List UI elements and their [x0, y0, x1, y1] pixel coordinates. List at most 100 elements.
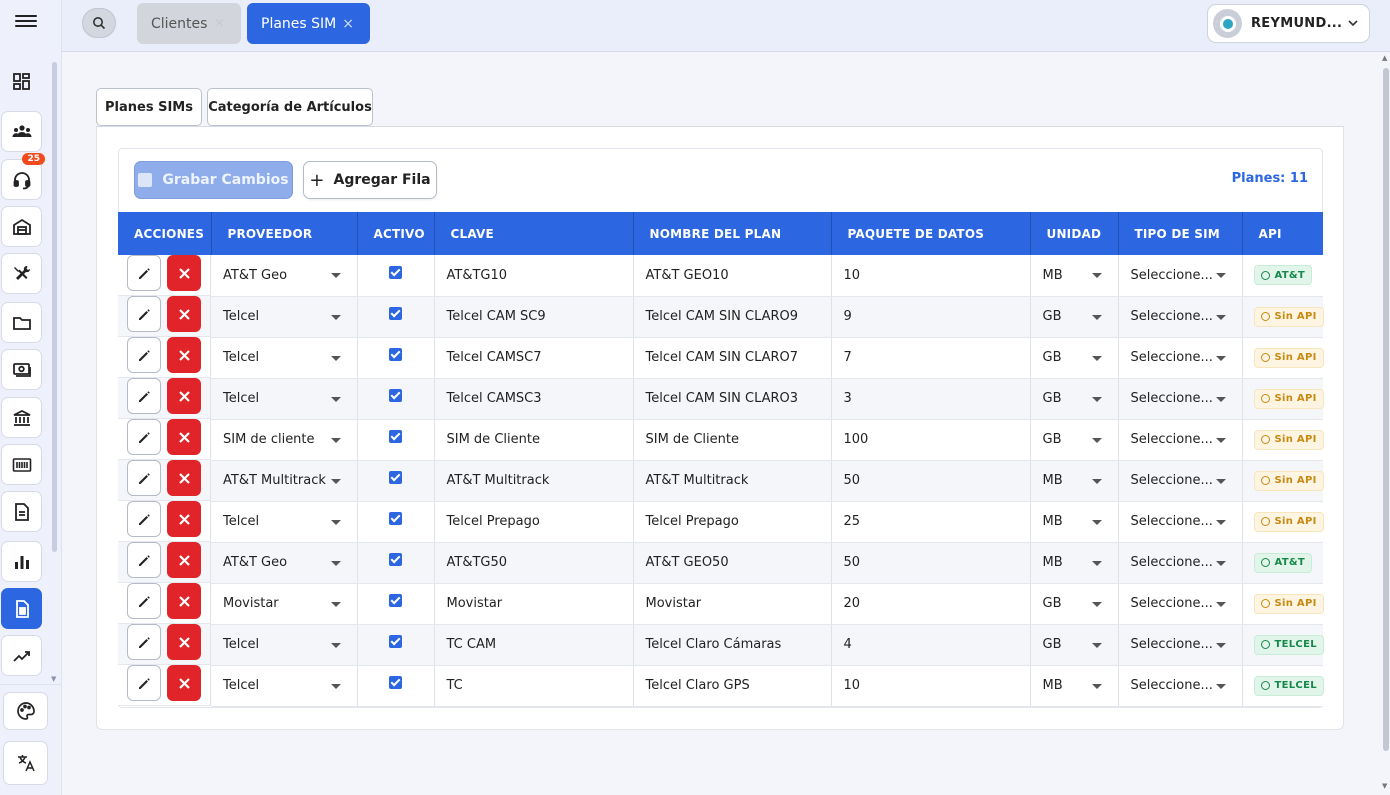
- delete-button[interactable]: [167, 501, 201, 537]
- sim-type-select[interactable]: Seleccione...: [1118, 296, 1243, 338]
- edit-button[interactable]: [127, 255, 161, 291]
- plan-name-field[interactable]: Telcel CAM SIN CLARO7: [633, 337, 832, 379]
- unit-select[interactable]: MB: [1030, 501, 1119, 543]
- provider-select[interactable]: Telcel: [211, 337, 358, 379]
- clave-field[interactable]: Telcel CAMSC7: [434, 337, 634, 379]
- active-checkbox[interactable]: [389, 512, 402, 525]
- provider-select[interactable]: AT&T Geo: [211, 255, 358, 297]
- provider-select[interactable]: Telcel: [211, 501, 358, 543]
- data-package-field[interactable]: 9: [831, 296, 1031, 338]
- data-package-field[interactable]: 50: [831, 542, 1031, 584]
- delete-button[interactable]: [167, 419, 201, 455]
- subtab-categoria-articulos[interactable]: Categoría de Artículos: [207, 88, 373, 126]
- column-header[interactable]: UNIDAD: [1030, 212, 1119, 255]
- sim-type-select[interactable]: Seleccione...: [1118, 665, 1243, 707]
- column-header[interactable]: TIPO DE SIM: [1118, 212, 1243, 255]
- clave-field[interactable]: SIM de Cliente: [434, 419, 634, 461]
- sim-type-select[interactable]: Seleccione...: [1118, 583, 1243, 625]
- clave-field[interactable]: AT&TG10: [434, 255, 634, 297]
- data-package-field[interactable]: 7: [831, 337, 1031, 379]
- active-checkbox[interactable]: [389, 594, 402, 607]
- sim-type-select[interactable]: Seleccione...: [1118, 501, 1243, 543]
- edit-button[interactable]: [127, 665, 161, 701]
- unit-select[interactable]: GB: [1030, 378, 1119, 420]
- column-header[interactable]: PAQUETE DE DATOS: [831, 212, 1031, 255]
- delete-button[interactable]: [167, 337, 201, 373]
- data-package-field[interactable]: 3: [831, 378, 1031, 420]
- data-package-field[interactable]: 20: [831, 583, 1031, 625]
- plan-name-field[interactable]: AT&T Multitrack: [633, 460, 832, 502]
- subtab-planes-sims[interactable]: Planes SIMs: [96, 88, 202, 126]
- sidebar-scroll-down-icon[interactable]: ▼: [51, 675, 56, 683]
- active-checkbox[interactable]: [389, 553, 402, 566]
- clave-field[interactable]: Movistar: [434, 583, 634, 625]
- sim-card-icon[interactable]: [1, 588, 42, 629]
- column-header[interactable]: CLAVE: [434, 212, 634, 255]
- delete-button[interactable]: [167, 296, 201, 332]
- unit-select[interactable]: GB: [1030, 419, 1119, 461]
- data-package-field[interactable]: 25: [831, 501, 1031, 543]
- sim-type-select[interactable]: Seleccione...: [1118, 542, 1243, 584]
- provider-select[interactable]: Telcel: [211, 378, 358, 420]
- edit-button[interactable]: [127, 419, 161, 455]
- close-icon[interactable]: ×: [342, 16, 354, 32]
- provider-select[interactable]: Telcel: [211, 296, 358, 338]
- users-icon[interactable]: [1, 111, 42, 152]
- delete-button[interactable]: [167, 542, 201, 578]
- scroll-down-icon[interactable]: ▼: [1382, 782, 1387, 790]
- tab-clientes[interactable]: Clientes ×: [137, 3, 241, 44]
- translate-icon[interactable]: [3, 741, 48, 785]
- plan-name-field[interactable]: Telcel Claro Cámaras: [633, 624, 832, 666]
- document-icon[interactable]: [1, 491, 42, 532]
- money-icon[interactable]: [1, 349, 42, 390]
- tab-planes-sim[interactable]: Planes SIM ×: [247, 3, 370, 44]
- menu-icon[interactable]: [15, 12, 37, 32]
- warehouse-icon[interactable]: [1, 206, 42, 247]
- delete-button[interactable]: [167, 378, 201, 414]
- clave-field[interactable]: Telcel CAM SC9: [434, 296, 634, 338]
- edit-button[interactable]: [127, 501, 161, 537]
- delete-button[interactable]: [167, 460, 201, 496]
- plan-name-field[interactable]: Telcel Claro GPS: [633, 665, 832, 707]
- edit-button[interactable]: [127, 542, 161, 578]
- active-checkbox[interactable]: [389, 307, 402, 320]
- folder-icon[interactable]: [1, 302, 42, 343]
- provider-select[interactable]: Movistar: [211, 583, 358, 625]
- unit-select[interactable]: MB: [1030, 542, 1119, 584]
- headset-icon[interactable]: 25: [1, 153, 45, 200]
- provider-select[interactable]: AT&T Multitrack: [211, 460, 358, 502]
- sim-type-select[interactable]: Seleccione...: [1118, 378, 1243, 420]
- clave-field[interactable]: TC: [434, 665, 634, 707]
- unit-select[interactable]: MB: [1030, 255, 1119, 297]
- active-checkbox[interactable]: [389, 265, 402, 279]
- data-package-field[interactable]: 10: [831, 665, 1031, 707]
- sidebar-scrollbar[interactable]: [52, 62, 57, 552]
- column-header[interactable]: NOMBRE DEL PLAN: [633, 212, 832, 255]
- delete-button[interactable]: [167, 624, 201, 660]
- sim-type-select[interactable]: Seleccione...: [1118, 337, 1243, 379]
- active-checkbox[interactable]: [389, 635, 402, 648]
- scroll-up-icon[interactable]: ▲: [1382, 54, 1387, 62]
- save-changes-button[interactable]: Grabar Cambios: [134, 161, 293, 199]
- provider-select[interactable]: Telcel: [211, 624, 358, 666]
- bank-icon[interactable]: [1, 397, 42, 438]
- provider-select[interactable]: AT&T Geo: [211, 542, 358, 584]
- active-checkbox[interactable]: [389, 389, 402, 402]
- edit-button[interactable]: [127, 337, 161, 373]
- sim-type-select[interactable]: Seleccione...: [1118, 624, 1243, 666]
- plan-name-field[interactable]: AT&T GEO50: [633, 542, 832, 584]
- unit-select[interactable]: GB: [1030, 337, 1119, 379]
- search-button[interactable]: [82, 8, 116, 38]
- edit-button[interactable]: [127, 296, 161, 332]
- delete-button[interactable]: [167, 665, 201, 701]
- sim-type-select[interactable]: Seleccione...: [1118, 419, 1243, 461]
- clave-field[interactable]: Telcel CAMSC3: [434, 378, 634, 420]
- plan-name-field[interactable]: Telcel Prepago: [633, 501, 832, 543]
- edit-button[interactable]: [127, 624, 161, 660]
- plan-name-field[interactable]: SIM de Cliente: [633, 419, 832, 461]
- unit-select[interactable]: GB: [1030, 296, 1119, 338]
- tools-icon[interactable]: [1, 253, 42, 294]
- delete-button[interactable]: [167, 583, 201, 619]
- column-header[interactable]: API: [1242, 212, 1323, 255]
- clave-field[interactable]: AT&TG50: [434, 542, 634, 584]
